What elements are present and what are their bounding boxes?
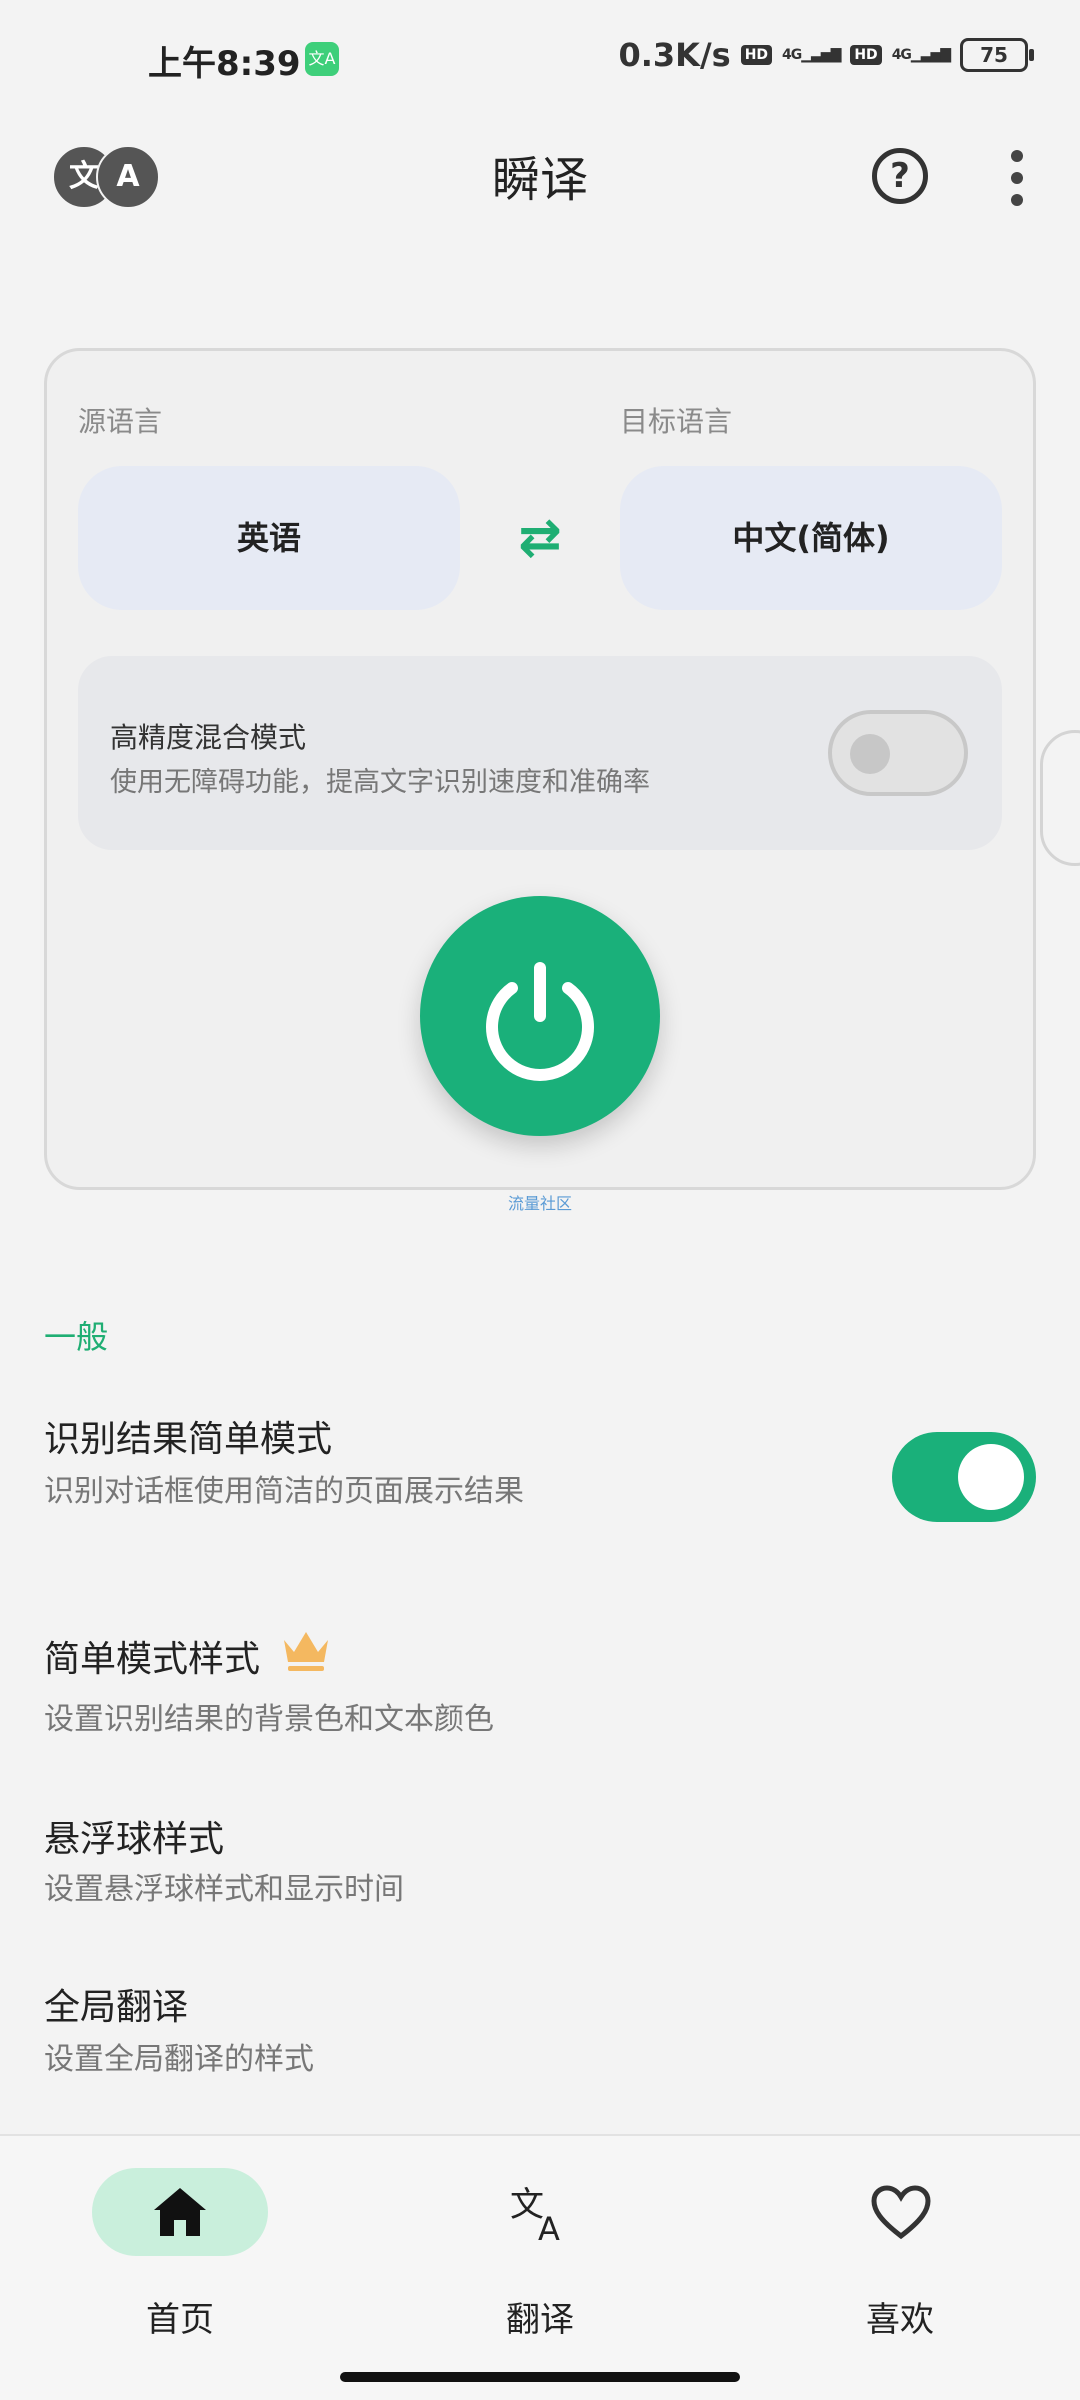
hybrid-mode-desc: 使用无障碍功能，提高文字识别速度和准确率 [110,767,650,798]
signal-icon-2: 4G▁▃▅▇ [891,47,951,63]
simple-mode-toggle[interactable] [892,1432,1036,1522]
crown-icon [284,1632,328,1671]
more-options-icon[interactable] [1010,150,1024,206]
setting-title-floating-ball[interactable]: 悬浮球样式 [44,1810,224,1862]
floating-ball-handle[interactable] [1040,730,1080,866]
hd-icon-2: HD [850,45,882,65]
nav-label-translate[interactable]: 翻译 [440,2292,640,2341]
notification-app-icon: 文A [305,42,339,76]
setting-desc-floating-ball: 设置悬浮球样式和显示时间 [44,1872,404,1907]
setting-title-simple-style[interactable]: 简单模式样式 [44,1630,260,1682]
status-indicators: 0.3K/s HD 4G▁▃▅▇ HD 4G▁▃▅▇ 75 [618,36,1034,74]
hybrid-mode-title: 高精度混合模式 [110,721,307,754]
watermark-text: 流量社区 [507,1194,572,1213]
setting-title-simple-mode[interactable]: 识别结果简单模式 [44,1410,332,1462]
battery-icon: 75 [960,38,1034,72]
svg-text:A: A [538,2210,560,2244]
power-button[interactable] [420,896,660,1136]
network-type-2: 4G [891,47,912,63]
network-type: 4G [782,47,802,63]
target-language-button[interactable]: 中文(简体) [620,466,1002,610]
nav-label-home[interactable]: 首页 [80,2292,280,2341]
heart-icon[interactable] [870,2184,932,2240]
section-header-general: 一般 [44,1318,109,1356]
hybrid-mode-toggle[interactable] [828,710,968,796]
signal-icon: 4G▁▃▅▇ [782,47,841,63]
source-language-label: 源语言 [78,405,163,438]
home-icon[interactable] [150,2184,210,2240]
target-language-label: 目标语言 [620,405,733,438]
setting-desc-simple-style: 设置识别结果的背景色和文本颜色 [44,1702,494,1737]
home-indicator[interactable] [340,2372,740,2382]
setting-desc-simple-mode: 识别对话框使用简洁的页面展示结果 [44,1474,524,1509]
network-speed: 0.3K/s [618,36,731,74]
help-icon[interactable]: ? [872,148,928,204]
power-icon [486,962,594,1081]
swap-languages-icon[interactable]: ⇄ [508,510,572,566]
setting-title-global-translate[interactable]: 全局翻译 [44,1978,188,2030]
status-time: 上午8:39 [148,44,301,84]
translate-icon[interactable]: 文 A [508,2180,572,2244]
hd-icon: HD [740,45,773,65]
setting-desc-global-translate: 设置全局翻译的样式 [44,2042,314,2077]
nav-label-favorites[interactable]: 喜欢 [800,2292,1000,2341]
source-language-button[interactable]: 英语 [78,466,460,610]
